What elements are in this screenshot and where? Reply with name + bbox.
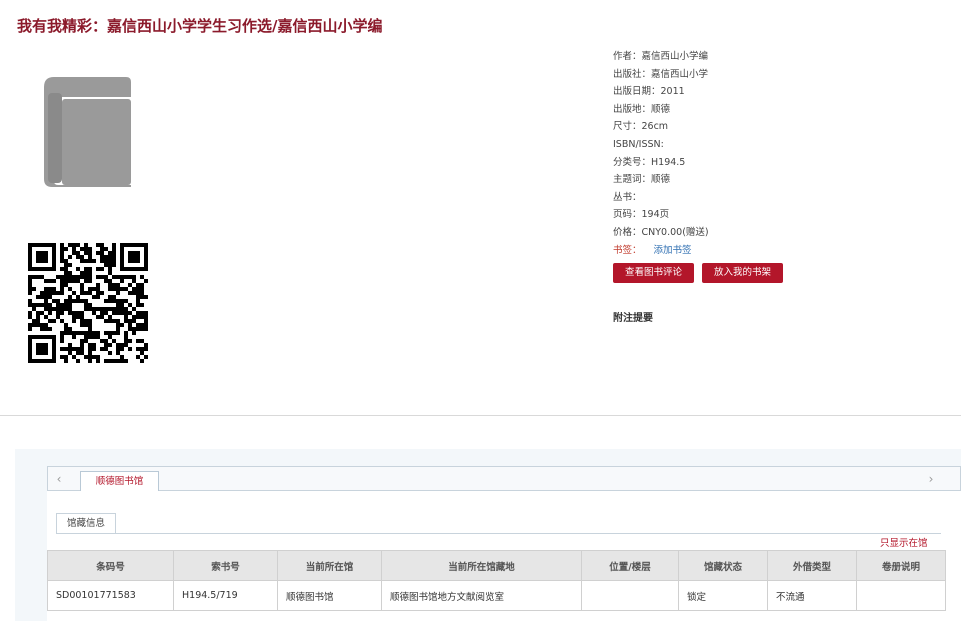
cell-volume-note — [856, 580, 946, 611]
price: 价格：CNY0.00(赠送) — [613, 226, 709, 238]
publisher: 出版社：嘉信西山小学 — [613, 68, 709, 80]
only-available-link[interactable]: 只显示在馆 — [880, 535, 928, 549]
table-header-row: 条码号 索书号 当前所在馆 当前所在馆藏地 位置/楼层 馆藏状态 外借类型 卷册… — [47, 550, 946, 581]
table-row: SD00101771583 H194.5/719 顺德图书馆 顺德图书馆地方文献… — [47, 580, 946, 611]
qr-code-icon — [28, 243, 148, 363]
author: 作者：嘉信西山小学编 — [613, 51, 709, 62]
cell-location: 顺德图书馆地方文献阅览室 — [381, 580, 582, 611]
series: 丛书： — [613, 191, 642, 203]
page-title: 我有我精彩：嘉信西山小学学生习作选/嘉信西山小学编 — [17, 17, 383, 35]
book-icon — [44, 77, 131, 187]
col-loan-type: 外借类型 — [767, 550, 857, 581]
bookmark-label: 书签： — [613, 244, 642, 256]
bookmark-row: 书签： 添加书签 — [613, 242, 943, 260]
add-bookmark-link[interactable]: 添加书签 — [654, 245, 692, 256]
cell-call-number: H194.5/719 — [173, 580, 278, 611]
cell-loan-type: 不流通 — [767, 580, 857, 611]
publish-place: 出版地：顺德 — [613, 103, 671, 115]
class-number: 分类号：H194.5 — [613, 156, 686, 168]
col-library: 当前所在馆 — [277, 550, 382, 581]
view-reviews-button[interactable]: 查看图书评论 — [613, 263, 694, 283]
size: 尺寸：26cm — [613, 121, 669, 133]
col-volume-note: 卷册说明 — [856, 550, 946, 581]
tab-shunde-library[interactable]: 顺德图书馆 — [80, 471, 159, 492]
sub-tab-divider — [56, 533, 941, 534]
cell-barcode: SD00101771583 — [47, 580, 174, 611]
publish-date: 出版日期：2011 — [613, 86, 685, 98]
isbn: ISBN/ISSN: — [613, 138, 664, 150]
tab-holdings-info[interactable]: 馆藏信息 — [56, 513, 116, 533]
library-tabs-bar — [47, 466, 961, 491]
col-call-number: 索书号 — [173, 550, 278, 581]
cell-library: 顺德图书馆 — [277, 580, 382, 611]
subject: 主题词：顺德 — [613, 174, 671, 186]
chevron-right-icon[interactable]: › — [921, 469, 941, 489]
divider — [0, 415, 961, 416]
notes-title: 附注提要 — [613, 313, 653, 324]
col-status: 馆藏状态 — [678, 550, 768, 581]
pages: 页码：194页 — [613, 209, 670, 221]
holdings-table: 条码号 索书号 当前所在馆 当前所在馆藏地 位置/楼层 馆藏状态 外借类型 卷册… — [47, 550, 946, 611]
cell-status: 锁定 — [678, 580, 768, 611]
book-metadata: 作者：嘉信西山小学编 出版社：嘉信西山小学 出版日期：2011 出版地：顺德 尺… — [613, 48, 943, 259]
col-location: 当前所在馆藏地 — [381, 550, 582, 581]
col-barcode: 条码号 — [47, 550, 174, 581]
chevron-left-icon[interactable]: ‹ — [49, 469, 69, 489]
cell-floor — [581, 580, 679, 611]
add-to-shelf-button[interactable]: 放入我的书架 — [702, 263, 783, 283]
col-floor: 位置/楼层 — [581, 550, 679, 581]
